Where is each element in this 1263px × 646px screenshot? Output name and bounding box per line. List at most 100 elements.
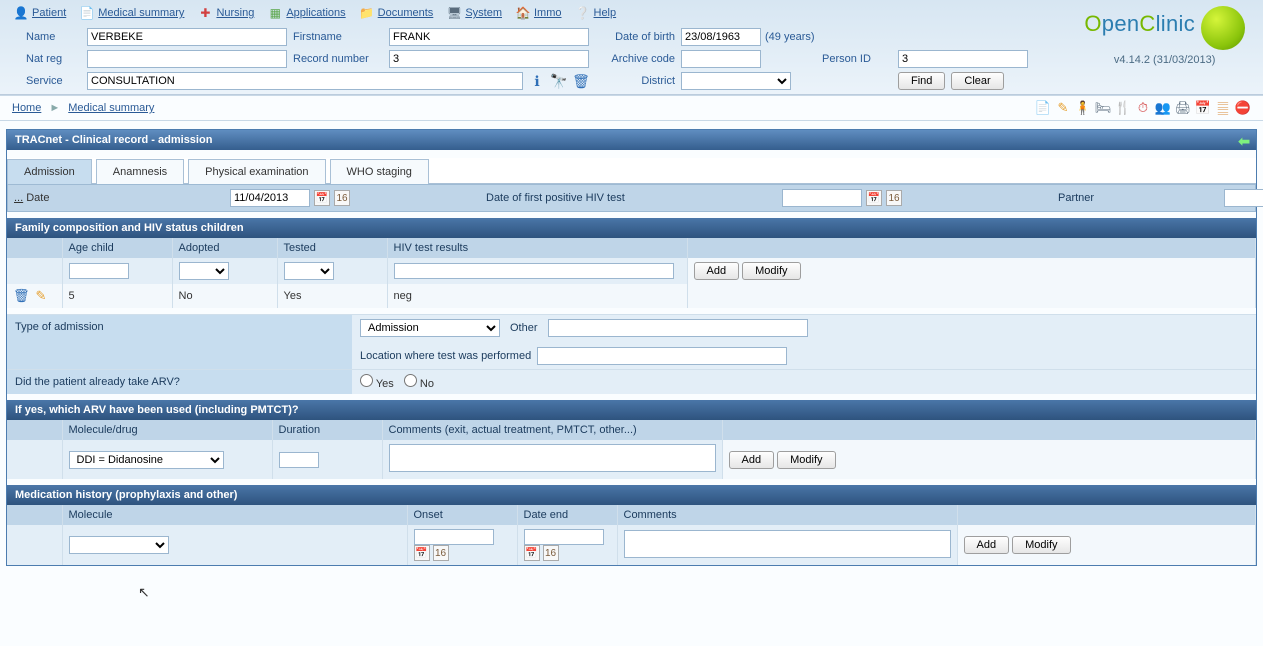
brand-text: OpenClinic — [1084, 11, 1195, 36]
personid-input[interactable] — [898, 50, 1028, 68]
bc-sep-icon: ► — [49, 102, 60, 114]
recordnum-input[interactable] — [389, 50, 589, 68]
edit-icon[interactable]: ✎ — [1055, 100, 1071, 116]
firstpos-date-input[interactable] — [782, 189, 862, 207]
arv-add-button[interactable]: Add — [729, 451, 775, 469]
tab-physical[interactable]: Physical examination — [188, 159, 325, 184]
mh-comments-input[interactable] — [624, 530, 951, 558]
bc-home[interactable]: Home — [12, 102, 41, 114]
menu-nursing[interactable]: ✚Nursing — [198, 6, 254, 20]
arv-comments-input[interactable] — [389, 444, 716, 472]
menu-system-label: System — [465, 7, 502, 19]
arv-molecule-select[interactable]: DDI = Didanosine — [69, 451, 224, 469]
mh-molecule-select[interactable] — [69, 536, 169, 554]
family-add-button[interactable]: Add — [694, 262, 740, 280]
district-select[interactable] — [681, 72, 791, 90]
date-today-icon[interactable]: 16 — [334, 190, 350, 206]
name-input[interactable] — [87, 28, 287, 46]
mh-col-onset: Onset — [407, 505, 517, 525]
admtype-select[interactable]: Admission — [360, 319, 500, 337]
menu-medical-summary[interactable]: 📄 Medical summary — [80, 6, 184, 20]
menu-documents[interactable]: 📁Documents — [360, 6, 434, 20]
natreg-input[interactable] — [87, 50, 287, 68]
admission-date-input[interactable] — [230, 189, 310, 207]
archive-input[interactable] — [681, 50, 761, 68]
mh-end-cal-icon[interactable]: 📅 — [524, 545, 540, 561]
tab-admission[interactable]: Admission — [7, 159, 92, 184]
panel-title: TRACnet - Clinical record - admission — [15, 134, 212, 146]
mh-onset-today-icon[interactable]: 16 — [433, 545, 449, 561]
help-icon: ❔ — [576, 6, 590, 20]
stop-icon[interactable]: ⛔ — [1235, 100, 1251, 116]
info-icon[interactable]: ℹ — [529, 73, 545, 89]
medsum-icon: 📄 — [80, 6, 94, 20]
mh-col-dateend: Date end — [517, 505, 617, 525]
calendar-icon[interactable]: 📅 — [1195, 100, 1211, 116]
clear-button[interactable]: Clear — [951, 72, 1003, 90]
binoculars-icon[interactable]: 🔭 — [551, 73, 567, 89]
trash-icon[interactable]: 🗑 — [573, 73, 589, 89]
age-input[interactable] — [69, 263, 129, 279]
firstpos-today-icon[interactable]: 16 — [886, 190, 902, 206]
clock-icon[interactable]: ⏱ — [1135, 100, 1151, 116]
arv-no-option[interactable]: No — [404, 374, 434, 390]
mh-onset-input[interactable] — [414, 529, 494, 545]
bed-icon[interactable]: 🛏 — [1095, 100, 1111, 116]
patient-icon: 👤 — [14, 6, 28, 20]
admtype-other-input[interactable] — [548, 319, 808, 337]
tab-anamnesis[interactable]: Anamnesis — [96, 159, 184, 184]
person-icon[interactable]: 🧍 — [1075, 100, 1091, 116]
doc-icon[interactable]: 📄 — [1035, 100, 1051, 116]
print-icon[interactable]: 🖨 — [1175, 100, 1191, 116]
menu-immo[interactable]: 🏠Immo — [516, 6, 562, 20]
menu-patient-label: Patient — [32, 7, 66, 19]
menu-applications[interactable]: ▦Applications — [268, 6, 345, 20]
family-modify-button[interactable]: Modify — [742, 262, 800, 280]
arv-col-comments: Comments (exit, actual treatment, PMTCT,… — [382, 420, 722, 440]
menu-system[interactable]: 🖥System — [447, 6, 502, 20]
food-icon[interactable]: 🍴 — [1115, 100, 1131, 116]
archive-label: Archive code — [595, 53, 675, 65]
mh-add-button[interactable]: Add — [964, 536, 1010, 554]
mh-end-today-icon[interactable]: 16 — [543, 545, 559, 561]
fingerprint-icon[interactable]: 𝄛 — [1215, 100, 1231, 116]
tab-who[interactable]: WHO staging — [330, 159, 429, 184]
arv-yes-option[interactable]: Yes — [360, 374, 394, 390]
menu-help-label: Help — [594, 7, 617, 19]
firstname-input[interactable] — [389, 28, 589, 46]
arv-modify-button[interactable]: Modify — [777, 451, 835, 469]
date-calendar-icon[interactable]: 📅 — [314, 190, 330, 206]
col-results: HIV test results — [387, 238, 687, 258]
admission-date-row: ... Date 📅 16 Date of first positive HIV… — [7, 184, 1256, 212]
logo: OpenClinic v4.14.2 (31/03/2013) — [1084, 6, 1245, 66]
menu-medsum-label: Medical summary — [98, 7, 184, 19]
mh-end-input[interactable] — [524, 529, 604, 545]
menu-help[interactable]: ❔ Help — [576, 6, 617, 20]
edit-row-icon[interactable]: ✎ — [36, 288, 47, 304]
partner-select[interactable] — [1224, 189, 1263, 207]
mh-modify-button[interactable]: Modify — [1012, 536, 1070, 554]
partner-label: Partner — [1058, 192, 1218, 204]
tested-select[interactable] — [284, 262, 334, 280]
location-input[interactable] — [537, 347, 787, 365]
arv-no-radio[interactable] — [404, 374, 417, 387]
date-prefix[interactable]: ... — [14, 192, 23, 204]
breadcrumb: Home ► Medical summary 📄 ✎ 🧍 🛏 🍴 ⏱ 👥 🖨 📅… — [0, 95, 1263, 121]
arv-duration-input[interactable] — [279, 452, 319, 468]
cell-results: neg — [387, 284, 687, 308]
menu-patient[interactable]: 👤 Patient — [14, 6, 66, 20]
find-button[interactable]: Find — [898, 72, 945, 90]
delete-row-icon[interactable]: 🗑 — [13, 288, 30, 304]
firstpos-calendar-icon[interactable]: 📅 — [866, 190, 882, 206]
arv-yes-radio[interactable] — [360, 374, 373, 387]
users-icon[interactable]: 👥 — [1155, 100, 1171, 116]
service-input[interactable] — [87, 72, 523, 90]
mh-onset-cal-icon[interactable]: 📅 — [414, 545, 430, 561]
dob-input[interactable] — [681, 28, 761, 46]
adopted-select[interactable] — [179, 262, 229, 280]
back-arrow-icon[interactable]: ⬅ — [1238, 133, 1250, 150]
col-adopted: Adopted — [172, 238, 277, 258]
bc-page[interactable]: Medical summary — [68, 102, 154, 114]
medhist-header: Medication history (prophylaxis and othe… — [7, 485, 1256, 505]
results-input[interactable] — [394, 263, 674, 279]
